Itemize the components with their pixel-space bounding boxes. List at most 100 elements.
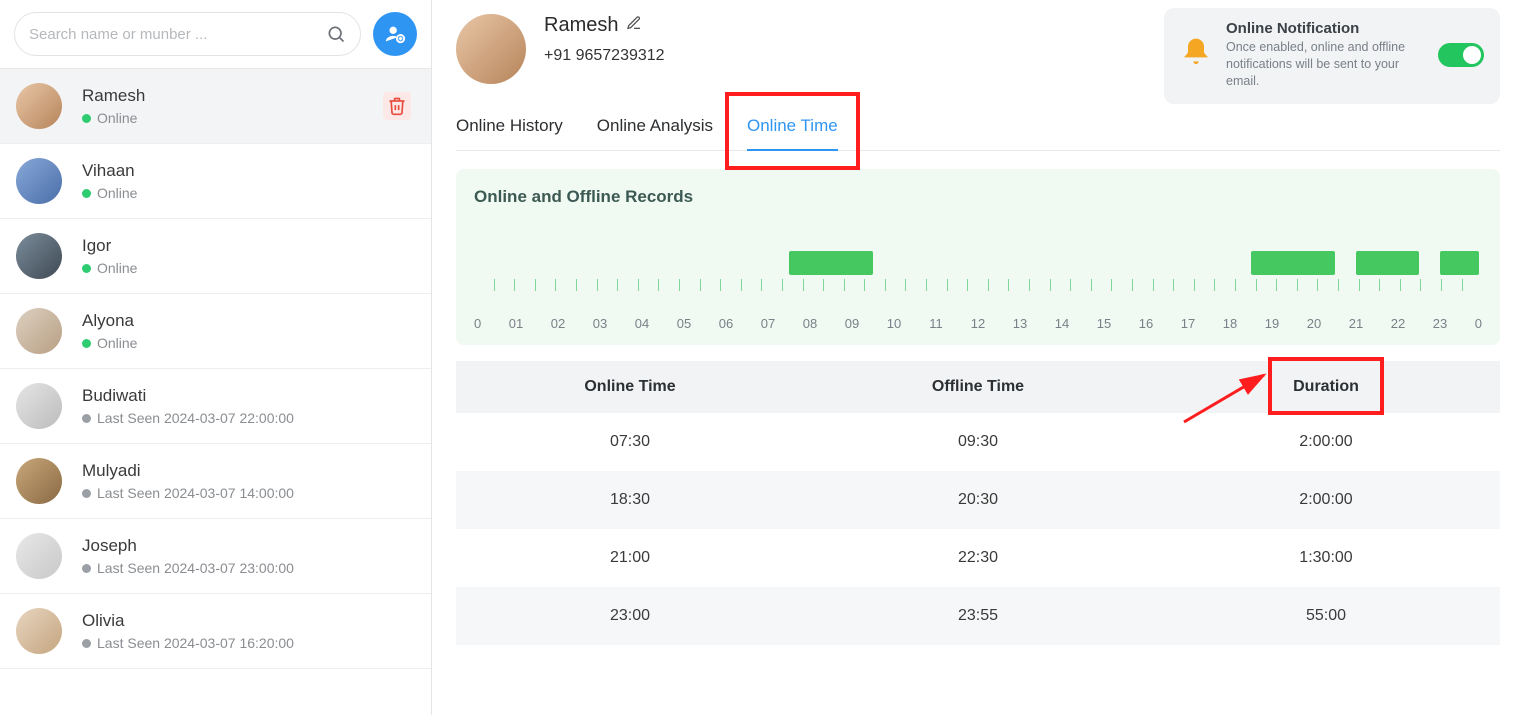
x-tick-label: 13 bbox=[999, 316, 1041, 331]
x-tick-label: 22 bbox=[1377, 316, 1419, 331]
contact-name: Ramesh bbox=[544, 14, 618, 37]
contact-name: Alyona bbox=[82, 311, 137, 331]
contact-status: Online bbox=[82, 185, 137, 201]
x-tick-label: 06 bbox=[705, 316, 747, 331]
search-row bbox=[0, 0, 431, 68]
status-dot-icon bbox=[82, 564, 91, 573]
contact-item[interactable]: Vihaan Online bbox=[0, 144, 431, 219]
cell-online: 07:30 bbox=[456, 433, 804, 451]
tab-online-time[interactable]: Online Time bbox=[747, 106, 838, 150]
x-tick-label: 0 bbox=[1461, 316, 1482, 331]
x-tick-label: 07 bbox=[747, 316, 789, 331]
table-row: 07:30 09:30 2:00:00 bbox=[456, 413, 1500, 471]
contact-item[interactable]: Olivia Last Seen 2024-03-07 16:20:00 bbox=[0, 594, 431, 669]
records-table: Online Time Offline Time Duration 07:30 … bbox=[456, 361, 1500, 645]
cell-online: 21:00 bbox=[456, 549, 804, 567]
contact-item[interactable]: Igor Online bbox=[0, 219, 431, 294]
x-tick-label: 14 bbox=[1041, 316, 1083, 331]
avatar bbox=[16, 308, 62, 354]
x-tick-label: 15 bbox=[1083, 316, 1125, 331]
records-title: Online and Offline Records bbox=[474, 187, 1482, 207]
x-tick-label: 09 bbox=[831, 316, 873, 331]
avatar bbox=[16, 383, 62, 429]
status-dot-icon bbox=[82, 489, 91, 498]
contact-phone: +91 9657239312 bbox=[544, 47, 665, 65]
x-tick-label: 16 bbox=[1125, 316, 1167, 331]
contact-name: Joseph bbox=[82, 536, 294, 556]
timeline-bar bbox=[1440, 251, 1479, 275]
timeline-bar bbox=[1251, 251, 1335, 275]
col-duration: Duration bbox=[1152, 378, 1500, 396]
bell-icon bbox=[1180, 36, 1212, 73]
contact-status: Last Seen 2024-03-07 16:20:00 bbox=[82, 635, 294, 651]
sidebar: Ramesh Online Vihaan Online Igor Online bbox=[0, 0, 432, 715]
contact-name: Ramesh bbox=[82, 86, 145, 106]
notification-toggle[interactable] bbox=[1438, 43, 1484, 67]
contact-status: Online bbox=[82, 110, 145, 126]
x-tick-label: 08 bbox=[789, 316, 831, 331]
x-tick-label: 10 bbox=[873, 316, 915, 331]
contact-item[interactable]: Joseph Last Seen 2024-03-07 23:00:00 bbox=[0, 519, 431, 594]
main-panel: Ramesh +91 9657239312 Online Notificatio… bbox=[432, 0, 1516, 715]
avatar bbox=[16, 233, 62, 279]
notification-title: Online Notification bbox=[1226, 20, 1424, 37]
contact-name: Igor bbox=[82, 236, 137, 256]
delete-icon[interactable] bbox=[383, 92, 411, 120]
search-box[interactable] bbox=[14, 12, 361, 56]
contact-name: Olivia bbox=[82, 611, 294, 631]
table-row: 23:00 23:55 55:00 bbox=[456, 587, 1500, 645]
status-dot-icon bbox=[82, 264, 91, 273]
search-input[interactable] bbox=[29, 26, 326, 43]
edit-icon[interactable] bbox=[626, 14, 642, 37]
tab-online-history[interactable]: Online History bbox=[456, 106, 563, 150]
x-tick-label: 21 bbox=[1335, 316, 1377, 331]
x-tick-label: 11 bbox=[915, 316, 957, 331]
contact-name: Vihaan bbox=[82, 161, 137, 181]
notification-desc: Once enabled, online and offline notific… bbox=[1226, 39, 1424, 90]
col-offline: Offline Time bbox=[804, 378, 1152, 396]
contact-status: Online bbox=[82, 260, 137, 276]
cell-duration: 1:30:00 bbox=[1152, 549, 1500, 567]
contact-status: Online bbox=[82, 335, 137, 351]
avatar bbox=[16, 458, 62, 504]
x-tick-label: 18 bbox=[1209, 316, 1251, 331]
x-tick-label: 02 bbox=[537, 316, 579, 331]
add-contact-button[interactable] bbox=[373, 12, 417, 56]
x-tick-label: 0 bbox=[474, 316, 495, 331]
tab-online-analysis[interactable]: Online Analysis bbox=[597, 106, 713, 150]
app-root: Ramesh Online Vihaan Online Igor Online bbox=[0, 0, 1516, 715]
contact-item[interactable]: Mulyadi Last Seen 2024-03-07 14:00:00 bbox=[0, 444, 431, 519]
contact-status: Last Seen 2024-03-07 22:00:00 bbox=[82, 410, 294, 426]
contact-list: Ramesh Online Vihaan Online Igor Online bbox=[0, 69, 431, 715]
notification-card: Online Notification Once enabled, online… bbox=[1164, 8, 1500, 104]
contact-item[interactable]: Alyona Online bbox=[0, 294, 431, 369]
records-card: Online and Offline Records 0010203040506… bbox=[456, 169, 1500, 345]
x-tick-label: 04 bbox=[621, 316, 663, 331]
x-tick-label: 20 bbox=[1293, 316, 1335, 331]
contact-item[interactable]: Ramesh Online bbox=[0, 69, 431, 144]
cell-offline: 23:55 bbox=[804, 607, 1152, 625]
table-row: 21:00 22:30 1:30:00 bbox=[456, 529, 1500, 587]
x-tick-label: 23 bbox=[1419, 316, 1461, 331]
avatar bbox=[16, 533, 62, 579]
x-tick-label: 03 bbox=[579, 316, 621, 331]
x-tick-label: 19 bbox=[1251, 316, 1293, 331]
timeline-bar bbox=[1356, 251, 1419, 275]
contact-item[interactable]: Budiwati Last Seen 2024-03-07 22:00:00 bbox=[0, 369, 431, 444]
table-header: Online Time Offline Time Duration bbox=[456, 361, 1500, 413]
cell-duration: 2:00:00 bbox=[1152, 433, 1500, 451]
x-tick-label: 01 bbox=[495, 316, 537, 331]
cell-duration: 55:00 bbox=[1152, 607, 1500, 625]
timeline-bar bbox=[789, 251, 873, 275]
contact-name: Mulyadi bbox=[82, 461, 294, 481]
avatar bbox=[16, 608, 62, 654]
cell-duration: 2:00:00 bbox=[1152, 491, 1500, 509]
status-dot-icon bbox=[82, 339, 91, 348]
contact-name-row: Ramesh bbox=[544, 14, 665, 37]
x-tick-label: 05 bbox=[663, 316, 705, 331]
status-dot-icon bbox=[82, 189, 91, 198]
cell-online: 18:30 bbox=[456, 491, 804, 509]
search-icon bbox=[326, 24, 346, 44]
avatar bbox=[16, 83, 62, 129]
cell-offline: 20:30 bbox=[804, 491, 1152, 509]
